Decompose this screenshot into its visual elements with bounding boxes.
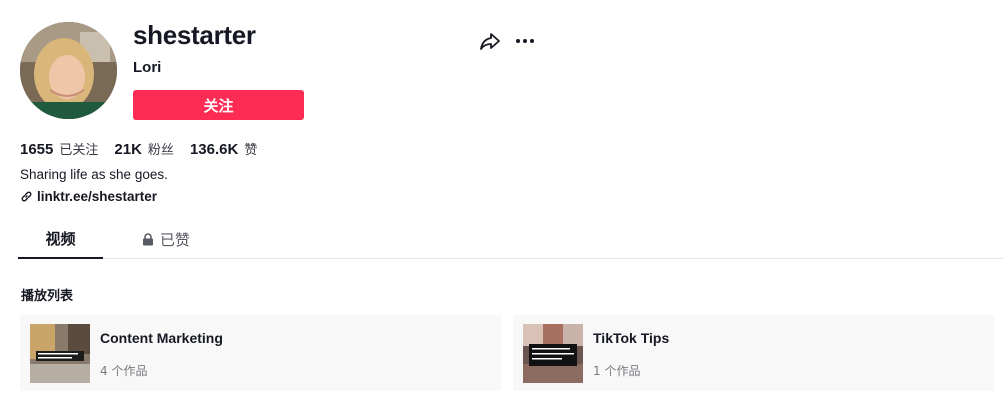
stat-followers[interactable]: 21K 粉丝 [114,139,174,158]
profile-tabs: 视频 已赞 [18,220,1003,259]
stat-label: 粉丝 [147,143,174,158]
bio: Sharing life as she goes. [20,167,168,182]
playlist-title: Content Marketing [100,330,223,346]
more-icon[interactable] [514,31,536,51]
stat-value: 21K [114,141,142,158]
profile-stats: 1655 已关注 21K 粉丝 136.6K 赞 [20,139,273,158]
playlist-count: 1 个作品 [593,364,641,378]
profile-link-text: linktr.ee/shestarter [37,189,158,204]
playlist-thumbnail [523,324,583,383]
playlist-heading: 播放列表 [21,289,74,304]
stat-label: 赞 [244,143,258,158]
avatar-image [20,22,117,119]
stat-likes: 136.6K 赞 [190,139,257,158]
stat-following[interactable]: 1655 已关注 [20,139,98,158]
stat-label: 已关注 [59,143,99,158]
tab-label: 视频 [45,230,76,248]
lock-icon [142,233,153,246]
profile-link[interactable]: linktr.ee/shestarter [20,189,157,204]
playlist-card[interactable]: Content Marketing 4 个作品 [20,315,501,391]
username: shestarter [133,20,256,50]
tab-label: 已赞 [159,231,190,249]
avatar [20,22,117,119]
playlist-card[interactable]: TikTok Tips 1 个作品 [513,315,994,391]
playlist-count: 4 个作品 [100,364,148,378]
tab-liked[interactable]: 已赞 [126,220,206,259]
nickname: Lori [133,59,162,76]
playlist-title: TikTok Tips [593,330,670,346]
link-icon [21,191,32,202]
share-icon[interactable] [479,31,501,51]
stat-value: 136.6K [189,141,239,158]
follow-button[interactable]: 关注 [133,90,304,120]
playlist-thumbnail [30,324,90,383]
stat-value: 1655 [20,141,54,158]
tab-videos[interactable]: 视频 [18,220,103,259]
